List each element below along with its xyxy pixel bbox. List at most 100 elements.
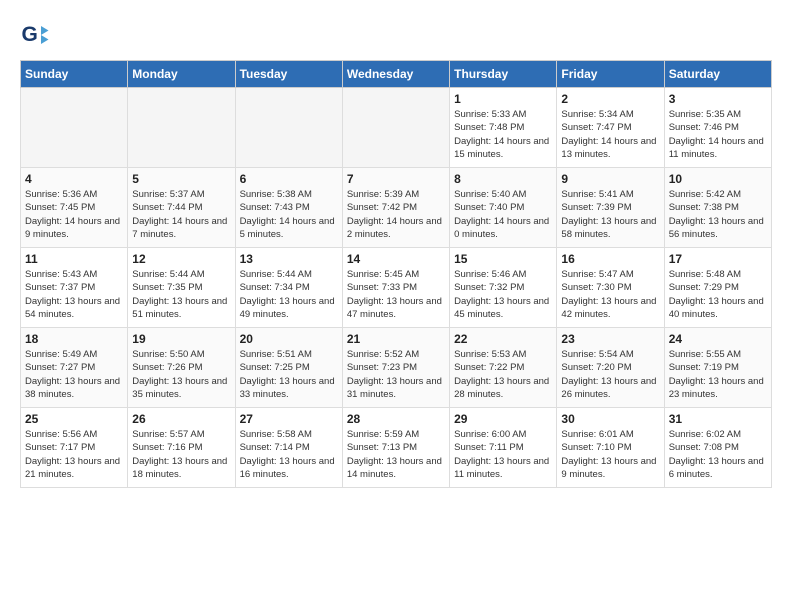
day-number: 28 (347, 412, 445, 426)
day-info: Sunrise: 5:44 AM Sunset: 7:35 PM Dayligh… (132, 268, 230, 321)
day-number: 23 (561, 332, 659, 346)
calendar-day-cell: 10 Sunrise: 5:42 AM Sunset: 7:38 PM Dayl… (664, 168, 771, 248)
day-number: 7 (347, 172, 445, 186)
calendar-day-cell: 24 Sunrise: 5:55 AM Sunset: 7:19 PM Dayl… (664, 328, 771, 408)
day-info: Sunrise: 5:54 AM Sunset: 7:20 PM Dayligh… (561, 348, 659, 401)
day-info: Sunrise: 5:35 AM Sunset: 7:46 PM Dayligh… (669, 108, 767, 161)
calendar-day-cell: 1 Sunrise: 5:33 AM Sunset: 7:48 PM Dayli… (450, 88, 557, 168)
calendar-day-cell: 12 Sunrise: 5:44 AM Sunset: 7:35 PM Dayl… (128, 248, 235, 328)
calendar-day-cell: 19 Sunrise: 5:50 AM Sunset: 7:26 PM Dayl… (128, 328, 235, 408)
day-number: 5 (132, 172, 230, 186)
day-info: Sunrise: 5:41 AM Sunset: 7:39 PM Dayligh… (561, 188, 659, 241)
day-number: 29 (454, 412, 552, 426)
day-info: Sunrise: 5:48 AM Sunset: 7:29 PM Dayligh… (669, 268, 767, 321)
day-number: 31 (669, 412, 767, 426)
day-info: Sunrise: 5:39 AM Sunset: 7:42 PM Dayligh… (347, 188, 445, 241)
calendar-week-row: 4 Sunrise: 5:36 AM Sunset: 7:45 PM Dayli… (21, 168, 772, 248)
day-info: Sunrise: 6:02 AM Sunset: 7:08 PM Dayligh… (669, 428, 767, 481)
calendar-day-cell: 2 Sunrise: 5:34 AM Sunset: 7:47 PM Dayli… (557, 88, 664, 168)
day-number: 22 (454, 332, 552, 346)
day-info: Sunrise: 5:34 AM Sunset: 7:47 PM Dayligh… (561, 108, 659, 161)
day-info: Sunrise: 5:58 AM Sunset: 7:14 PM Dayligh… (240, 428, 338, 481)
day-number: 13 (240, 252, 338, 266)
calendar-day-cell: 27 Sunrise: 5:58 AM Sunset: 7:14 PM Dayl… (235, 408, 342, 488)
page-header: G (20, 20, 772, 50)
calendar-day-cell: 30 Sunrise: 6:01 AM Sunset: 7:10 PM Dayl… (557, 408, 664, 488)
calendar-day-cell: 14 Sunrise: 5:45 AM Sunset: 7:33 PM Dayl… (342, 248, 449, 328)
calendar-day-cell (235, 88, 342, 168)
calendar-day-cell: 9 Sunrise: 5:41 AM Sunset: 7:39 PM Dayli… (557, 168, 664, 248)
day-number: 4 (25, 172, 123, 186)
day-info: Sunrise: 5:57 AM Sunset: 7:16 PM Dayligh… (132, 428, 230, 481)
calendar-day-cell: 16 Sunrise: 5:47 AM Sunset: 7:30 PM Dayl… (557, 248, 664, 328)
day-number: 2 (561, 92, 659, 106)
day-info: Sunrise: 5:51 AM Sunset: 7:25 PM Dayligh… (240, 348, 338, 401)
day-info: Sunrise: 5:52 AM Sunset: 7:23 PM Dayligh… (347, 348, 445, 401)
day-number: 8 (454, 172, 552, 186)
calendar-week-row: 18 Sunrise: 5:49 AM Sunset: 7:27 PM Dayl… (21, 328, 772, 408)
calendar-day-cell (342, 88, 449, 168)
weekday-header-friday: Friday (557, 61, 664, 88)
calendar-week-row: 1 Sunrise: 5:33 AM Sunset: 7:48 PM Dayli… (21, 88, 772, 168)
calendar-day-cell: 22 Sunrise: 5:53 AM Sunset: 7:22 PM Dayl… (450, 328, 557, 408)
day-number: 19 (132, 332, 230, 346)
day-info: Sunrise: 6:01 AM Sunset: 7:10 PM Dayligh… (561, 428, 659, 481)
day-info: Sunrise: 5:59 AM Sunset: 7:13 PM Dayligh… (347, 428, 445, 481)
day-info: Sunrise: 5:55 AM Sunset: 7:19 PM Dayligh… (669, 348, 767, 401)
day-info: Sunrise: 5:45 AM Sunset: 7:33 PM Dayligh… (347, 268, 445, 321)
weekday-header-tuesday: Tuesday (235, 61, 342, 88)
day-info: Sunrise: 5:46 AM Sunset: 7:32 PM Dayligh… (454, 268, 552, 321)
day-info: Sunrise: 5:49 AM Sunset: 7:27 PM Dayligh… (25, 348, 123, 401)
day-info: Sunrise: 5:43 AM Sunset: 7:37 PM Dayligh… (25, 268, 123, 321)
day-info: Sunrise: 5:53 AM Sunset: 7:22 PM Dayligh… (454, 348, 552, 401)
day-number: 18 (25, 332, 123, 346)
day-info: Sunrise: 5:50 AM Sunset: 7:26 PM Dayligh… (132, 348, 230, 401)
calendar-day-cell: 28 Sunrise: 5:59 AM Sunset: 7:13 PM Dayl… (342, 408, 449, 488)
calendar-day-cell: 3 Sunrise: 5:35 AM Sunset: 7:46 PM Dayli… (664, 88, 771, 168)
calendar-day-cell: 13 Sunrise: 5:44 AM Sunset: 7:34 PM Dayl… (235, 248, 342, 328)
calendar-day-cell: 29 Sunrise: 6:00 AM Sunset: 7:11 PM Dayl… (450, 408, 557, 488)
weekday-header-wednesday: Wednesday (342, 61, 449, 88)
day-number: 14 (347, 252, 445, 266)
day-info: Sunrise: 5:47 AM Sunset: 7:30 PM Dayligh… (561, 268, 659, 321)
day-info: Sunrise: 5:38 AM Sunset: 7:43 PM Dayligh… (240, 188, 338, 241)
calendar-week-row: 11 Sunrise: 5:43 AM Sunset: 7:37 PM Dayl… (21, 248, 772, 328)
day-number: 21 (347, 332, 445, 346)
day-info: Sunrise: 5:40 AM Sunset: 7:40 PM Dayligh… (454, 188, 552, 241)
calendar-day-cell (21, 88, 128, 168)
day-number: 27 (240, 412, 338, 426)
svg-text:G: G (22, 23, 38, 46)
calendar-day-cell: 4 Sunrise: 5:36 AM Sunset: 7:45 PM Dayli… (21, 168, 128, 248)
day-number: 3 (669, 92, 767, 106)
calendar-day-cell: 5 Sunrise: 5:37 AM Sunset: 7:44 PM Dayli… (128, 168, 235, 248)
calendar-day-cell: 15 Sunrise: 5:46 AM Sunset: 7:32 PM Dayl… (450, 248, 557, 328)
logo: G (20, 20, 54, 50)
day-info: Sunrise: 5:44 AM Sunset: 7:34 PM Dayligh… (240, 268, 338, 321)
calendar-day-cell: 18 Sunrise: 5:49 AM Sunset: 7:27 PM Dayl… (21, 328, 128, 408)
day-number: 9 (561, 172, 659, 186)
calendar-day-cell: 20 Sunrise: 5:51 AM Sunset: 7:25 PM Dayl… (235, 328, 342, 408)
weekday-header-thursday: Thursday (450, 61, 557, 88)
day-number: 11 (25, 252, 123, 266)
day-number: 10 (669, 172, 767, 186)
calendar-day-cell: 23 Sunrise: 5:54 AM Sunset: 7:20 PM Dayl… (557, 328, 664, 408)
weekday-header-monday: Monday (128, 61, 235, 88)
day-number: 25 (25, 412, 123, 426)
calendar-table: SundayMondayTuesdayWednesdayThursdayFrid… (20, 60, 772, 488)
day-info: Sunrise: 5:37 AM Sunset: 7:44 PM Dayligh… (132, 188, 230, 241)
calendar-week-row: 25 Sunrise: 5:56 AM Sunset: 7:17 PM Dayl… (21, 408, 772, 488)
day-number: 24 (669, 332, 767, 346)
logo-icon: G (20, 20, 50, 50)
calendar-day-cell: 25 Sunrise: 5:56 AM Sunset: 7:17 PM Dayl… (21, 408, 128, 488)
day-number: 30 (561, 412, 659, 426)
calendar-day-cell: 8 Sunrise: 5:40 AM Sunset: 7:40 PM Dayli… (450, 168, 557, 248)
day-info: Sunrise: 6:00 AM Sunset: 7:11 PM Dayligh… (454, 428, 552, 481)
calendar-day-cell: 21 Sunrise: 5:52 AM Sunset: 7:23 PM Dayl… (342, 328, 449, 408)
day-number: 20 (240, 332, 338, 346)
day-number: 6 (240, 172, 338, 186)
calendar-day-cell: 11 Sunrise: 5:43 AM Sunset: 7:37 PM Dayl… (21, 248, 128, 328)
day-info: Sunrise: 5:42 AM Sunset: 7:38 PM Dayligh… (669, 188, 767, 241)
weekday-header-row: SundayMondayTuesdayWednesdayThursdayFrid… (21, 61, 772, 88)
day-number: 16 (561, 252, 659, 266)
weekday-header-sunday: Sunday (21, 61, 128, 88)
